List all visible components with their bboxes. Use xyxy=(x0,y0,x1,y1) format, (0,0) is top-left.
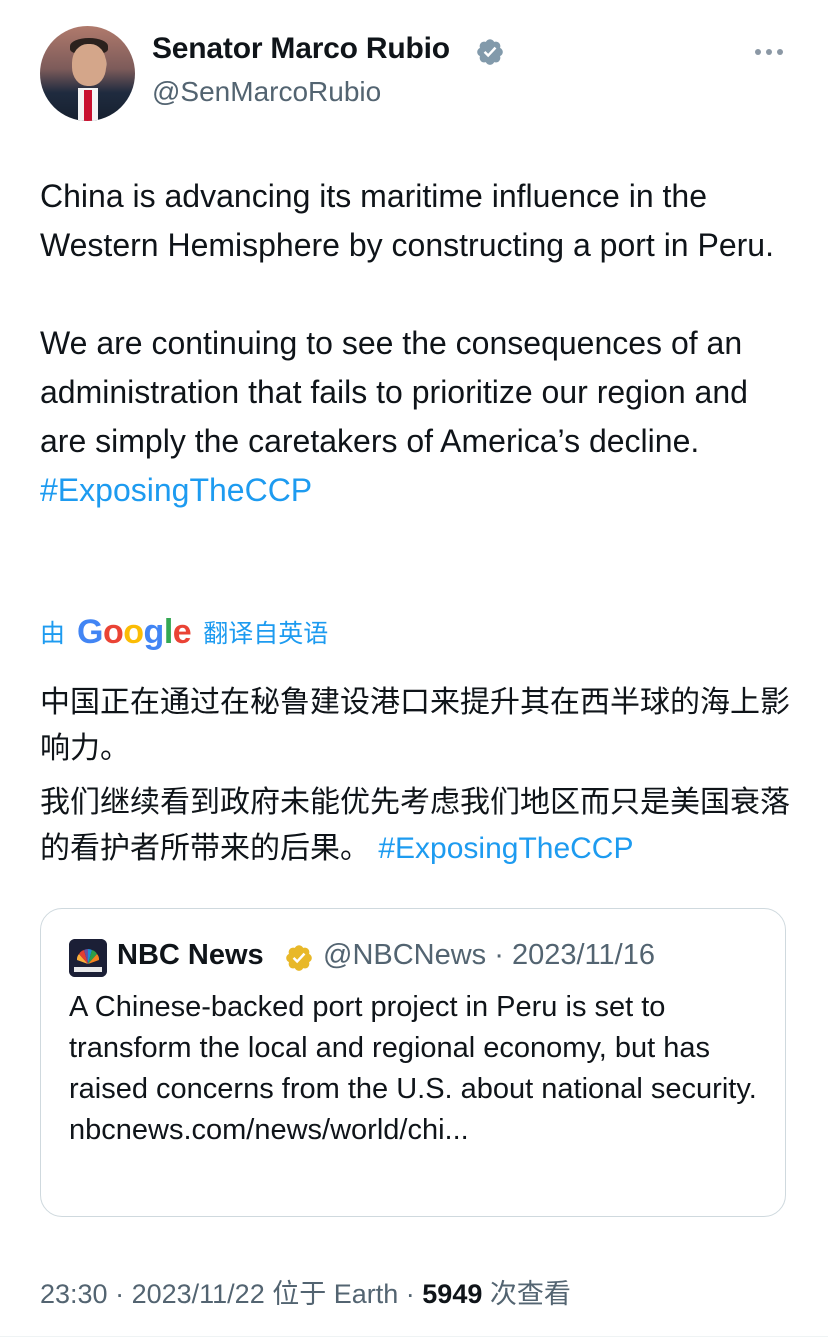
tweet-paragraph-2-text: We are continuing to see the consequence… xyxy=(40,325,748,459)
translated-text: 中国正在通过在秘鲁建设港口来提升其在西半球的海上影响力。 我们继续看到政府未能优… xyxy=(40,680,800,872)
google-logo: Google xyxy=(77,612,192,651)
translated-paragraph-1: 中国正在通过在秘鲁建设港口来提升其在西半球的海上影响力。 xyxy=(40,686,790,765)
quoted-tweet-card[interactable]: NBC News @NBCNews · 2023/11/16 A Chinese… xyxy=(40,908,786,1217)
quoted-text: A Chinese-backed port project in Peru is… xyxy=(69,991,757,1146)
translated-hashtag-link[interactable]: #ExposingTheCCP xyxy=(378,832,633,865)
views-count: 5949 xyxy=(422,1279,483,1309)
tweet-date[interactable]: 2023/11/22 xyxy=(132,1279,265,1309)
tweet-time[interactable]: 23:30 xyxy=(40,1279,108,1309)
verified-gold-badge-icon xyxy=(286,945,312,971)
quoted-date: 2023/11/16 xyxy=(511,939,655,971)
tweet-paragraph-2: We are continuing to see the consequence… xyxy=(40,319,800,515)
quoted-author-name: NBC News xyxy=(117,939,264,971)
views-label: 次查看 xyxy=(489,1279,571,1309)
translated-paragraph-2: 我们继续看到政府未能优先考虑我们地区而只是美国衰落的看护者所带来的后果。 #Ex… xyxy=(40,780,800,872)
tweet-text: China is advancing its maritime influenc… xyxy=(40,172,800,515)
tweet-paragraph-1: China is advancing its maritime influenc… xyxy=(40,178,774,263)
nbc-peacock-logo-icon xyxy=(69,939,107,977)
hashtag-link[interactable]: #ExposingTheCCP xyxy=(40,472,312,508)
verified-badge-icon xyxy=(477,39,503,65)
tweet-location: 位于 Earth xyxy=(272,1279,399,1309)
more-horizontal-icon[interactable] xyxy=(752,44,786,60)
author-handle[interactable]: @SenMarcoRubio xyxy=(152,76,381,108)
divider xyxy=(0,1336,828,1337)
avatar[interactable] xyxy=(40,26,135,121)
tweet-timestamp-row: 23:30 · 2023/11/22 位于 Earth · 5949 次查看 xyxy=(40,1279,571,1309)
translated-from-label: 翻译自英语 xyxy=(203,620,329,648)
translated-by-label: 由 xyxy=(40,620,66,648)
author-display-name[interactable]: Senator Marco Rubio xyxy=(152,32,450,66)
quoted-handle: @NBCNews xyxy=(323,939,487,971)
quoted-meta: @NBCNews · 2023/11/16 xyxy=(323,939,655,971)
translated-by-google[interactable]: 由 Google 翻译自英语 xyxy=(40,612,328,652)
